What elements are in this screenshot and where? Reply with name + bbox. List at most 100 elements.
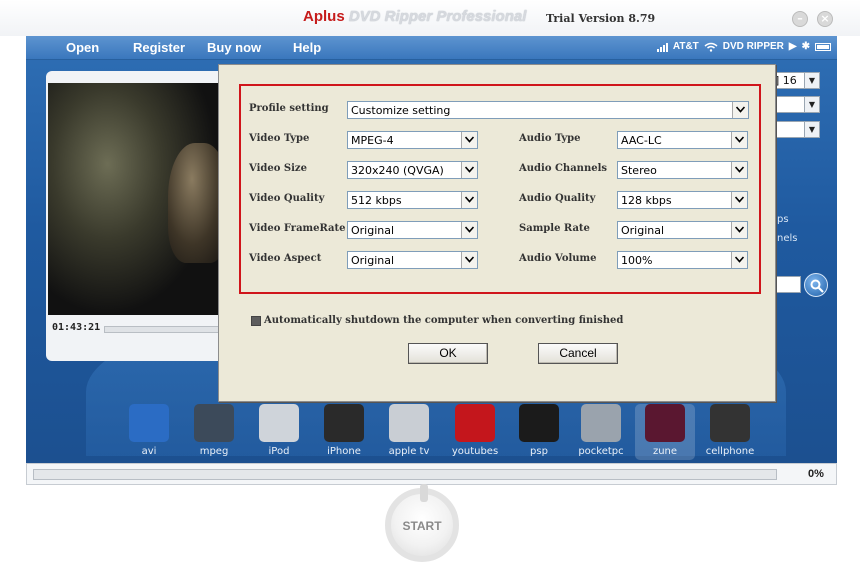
device-iphone-button[interactable]: iPhone <box>314 404 374 460</box>
chevron-down-icon <box>731 252 747 268</box>
close-button[interactable]: × <box>817 11 833 27</box>
audio-quality-select[interactable]: 128 kbps <box>617 191 748 209</box>
shutdown-label: Automatically shutdown the computer when… <box>264 315 624 326</box>
video-framerate-label: Video FrameRate <box>249 223 346 234</box>
cancel-button[interactable]: Cancel <box>538 343 618 364</box>
output-path-field[interactable] <box>775 276 801 293</box>
chevron-down-icon <box>731 132 747 148</box>
device-label: iPhone <box>327 446 361 457</box>
version-label: Trial Version 8.79 <box>546 12 656 25</box>
video-type-select[interactable]: MPEG-4 <box>347 131 478 149</box>
device-label: apple tv <box>388 446 430 457</box>
iphone-icon <box>324 404 364 442</box>
profile-setting-label: Profile setting <box>249 103 329 114</box>
seek-bar[interactable] <box>104 326 234 333</box>
partial-label-2: nels <box>777 233 798 244</box>
carrier-label: AT&T <box>672 41 699 52</box>
sample-rate-select[interactable]: Original <box>617 221 748 239</box>
ok-button[interactable]: OK <box>408 343 488 364</box>
profile-setting-value: Customize setting <box>351 104 451 117</box>
video-quality-select[interactable]: 512 kbps <box>347 191 478 209</box>
device-zune-button[interactable]: zune <box>635 404 695 460</box>
audio-channels-select[interactable]: Stereo <box>617 161 748 179</box>
settings-dialog: Profile setting Customize setting Video … <box>218 64 776 402</box>
youtube-icon <box>455 404 495 442</box>
device-avi-button[interactable]: avi <box>119 404 179 460</box>
browse-button[interactable] <box>804 273 828 297</box>
device-psp-button[interactable]: psp <box>509 404 569 460</box>
video-size-select[interactable]: 320x240 (QVGA) <box>347 161 478 179</box>
video-framerate-select[interactable]: Original <box>347 221 478 239</box>
film-icon <box>194 404 234 442</box>
device-label: psp <box>530 446 548 457</box>
apple-tv-icon <box>389 404 429 442</box>
start-label: START <box>402 519 442 533</box>
chevron-down-icon <box>461 132 477 148</box>
search-icon <box>810 279 824 293</box>
menu-buy-now[interactable]: Buy now <box>207 40 261 55</box>
device-label: mpeg <box>199 446 229 457</box>
video-aspect-select[interactable]: Original <box>347 251 478 269</box>
device-label: cellphone <box>705 446 755 457</box>
start-button[interactable]: START <box>385 484 459 562</box>
video-preview <box>48 83 218 315</box>
device-apple-tv-button[interactable]: apple tv <box>379 404 439 460</box>
title-bar: Aplus DVD Ripper Professional Trial Vers… <box>0 0 860 36</box>
profile-setting-select[interactable]: Customize setting <box>347 101 749 119</box>
status-indicator: AT&T DVD RIPPER ▶ ✱ <box>656 41 831 52</box>
app-title: Aplus DVD Ripper Professional <box>303 8 526 25</box>
device-pocketpc-button[interactable]: pocketpc <box>571 404 631 460</box>
ipod-icon <box>259 404 299 442</box>
video-quality-value: 512 kbps <box>351 194 402 207</box>
device-mpeg-button[interactable]: mpeg <box>184 404 244 460</box>
avi-icon <box>129 404 169 442</box>
video-figure <box>168 143 218 263</box>
audio-type-select[interactable]: AAC-LC <box>617 131 748 149</box>
menu-register[interactable]: Register <box>133 40 185 55</box>
chevron-down-icon: ▼ <box>804 73 819 88</box>
player-timebar: 01:43:21 <box>48 320 234 336</box>
progress-area: 0% <box>26 463 837 485</box>
device-label: avi <box>141 446 157 457</box>
audio-channels-label: Audio Channels <box>519 163 608 174</box>
video-aspect-label: Video Aspect <box>249 253 322 264</box>
menu-open[interactable]: Open <box>66 40 99 55</box>
progress-bar <box>33 469 777 480</box>
chapter-select-value: ] 16 <box>775 74 797 87</box>
device-label: youtubes <box>451 446 499 457</box>
device-strip: avi mpeg iPod iPhone apple tv youtubes psp pock… <box>122 404 782 464</box>
wifi-icon <box>704 42 718 52</box>
video-quality-label: Video Quality <box>249 193 325 204</box>
subtitle-select[interactable]: ▼ <box>776 121 820 138</box>
play-icon: ▶ <box>788 41 797 52</box>
audio-channels-value: Stereo <box>621 164 657 177</box>
device-cellphone-button[interactable]: cellphone <box>700 404 760 460</box>
psp-icon <box>519 404 559 442</box>
audio-track-select[interactable]: ▼ <box>776 96 820 113</box>
minimize-icon: – <box>797 12 803 25</box>
app-title-product: DVD Ripper Professional <box>344 8 527 25</box>
bluetooth-icon: ✱ <box>801 41 810 52</box>
video-framerate-value: Original <box>351 224 395 237</box>
device-label: pocketpc <box>578 446 624 457</box>
audio-volume-select[interactable]: 100% <box>617 251 748 269</box>
audio-quality-value: 128 kbps <box>621 194 672 207</box>
device-ipod-button[interactable]: iPod <box>249 404 309 460</box>
close-icon: × <box>820 12 830 25</box>
menu-bar: Open Register Buy now Help AT&T DVD RIPP… <box>26 36 837 60</box>
menu-help[interactable]: Help <box>293 40 321 55</box>
minimize-button[interactable]: – <box>792 11 808 27</box>
shutdown-checkbox[interactable] <box>251 316 261 326</box>
chevron-down-icon <box>461 192 477 208</box>
chevron-down-icon <box>461 252 477 268</box>
app-title-brand: Aplus <box>303 8 345 25</box>
device-youtubes-button[interactable]: youtubes <box>445 404 505 460</box>
cellphone-icon <box>710 404 750 442</box>
video-size-label: Video Size <box>249 163 307 174</box>
chevron-down-icon <box>731 192 747 208</box>
zune-icon <box>645 404 685 442</box>
chevron-down-icon: ▼ <box>804 97 819 112</box>
pocketpc-icon <box>581 404 621 442</box>
audio-quality-label: Audio Quality <box>519 193 596 204</box>
chevron-down-icon <box>731 222 747 238</box>
